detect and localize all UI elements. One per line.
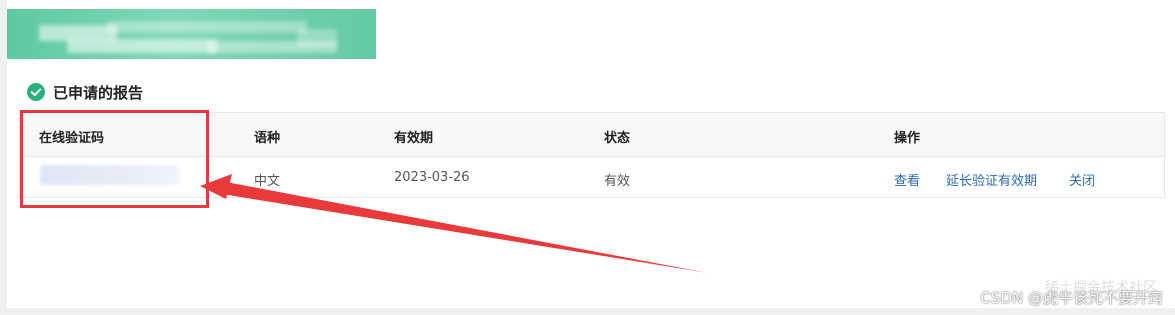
blurred-text (297, 29, 337, 47)
annotation-highlight-box (20, 110, 209, 208)
check-circle-icon (27, 83, 45, 101)
section-title: 已申请的报告 (27, 82, 143, 102)
blurred-text (67, 39, 217, 53)
cell-language: 中文 (254, 174, 281, 189)
extend-validity-link[interactable]: 延长验证有效期 (946, 170, 1037, 189)
column-header-status: 状态 (604, 131, 631, 146)
cell-valid-until: 2023-03-26 (394, 170, 470, 185)
column-header-actions: 操作 (894, 131, 921, 146)
cell-status: 有效 (604, 174, 631, 189)
view-link[interactable]: 查看 (894, 170, 920, 189)
close-link[interactable]: 关闭 (1069, 170, 1095, 189)
blurred-text (107, 21, 307, 33)
column-header-validity: 有效期 (394, 131, 434, 146)
column-header-language: 语种 (254, 131, 281, 146)
watermark: CSDN @虎牛该死不要开窍 (980, 289, 1163, 307)
section-title-text: 已申请的报告 (53, 83, 144, 102)
blurred-banner (7, 9, 376, 59)
